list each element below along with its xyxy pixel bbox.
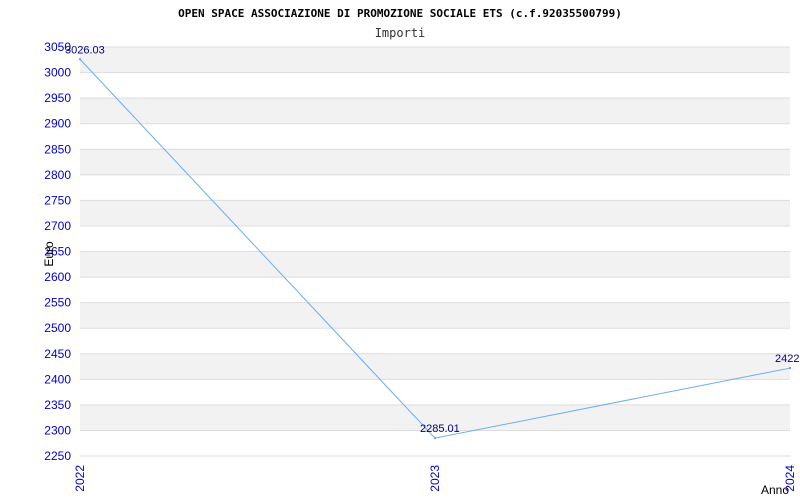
- y-tick-label: 2750: [44, 193, 71, 207]
- chart-subtitle: Importi: [375, 26, 426, 40]
- x-axis-label: Anno: [761, 483, 789, 497]
- grid-band: [80, 328, 790, 354]
- grid-band: [80, 47, 790, 73]
- grid-band: [80, 277, 790, 303]
- y-tick-label: 2400: [44, 372, 71, 386]
- chart-title: OPEN SPACE ASSOCIAZIONE DI PROMOZIONE SO…: [178, 7, 622, 20]
- data-point: [433, 436, 437, 440]
- grid-band: [80, 353, 790, 380]
- y-tick-label: 2700: [44, 219, 71, 233]
- grid-band: [80, 123, 790, 150]
- y-tick-label: 2600: [44, 270, 71, 284]
- y-tick-label: 2450: [44, 347, 71, 361]
- line-chart: OPEN SPACE ASSOCIAZIONE DI PROMOZIONE SO…: [42, 7, 800, 497]
- y-tick-label: 2350: [44, 398, 71, 412]
- grid-band: [80, 149, 790, 175]
- data-label: 2422.0: [775, 353, 800, 365]
- data-label: 3026.03: [65, 44, 105, 56]
- grid-band: [80, 72, 790, 99]
- y-tick-label: 2300: [44, 423, 71, 437]
- y-axis-label: Euro: [42, 241, 56, 267]
- grid-band: [80, 225, 790, 252]
- y-tick-label: 2850: [44, 142, 71, 156]
- x-tick-label: 2022: [73, 465, 87, 492]
- y-tick-label: 2900: [44, 117, 71, 131]
- grid-band: [80, 251, 790, 278]
- y-tick-label: 2800: [44, 168, 71, 182]
- grid-bands: [80, 46, 790, 457]
- grid-band: [80, 302, 790, 329]
- data-point: [788, 366, 792, 370]
- x-axis-ticks: 2022 2023 2024: [73, 465, 797, 492]
- y-tick-label: 2950: [44, 91, 71, 105]
- data-label: 2285.01: [420, 423, 460, 435]
- grid-band: [80, 174, 790, 201]
- grid-band: [80, 200, 790, 226]
- y-tick-label: 3000: [44, 66, 71, 80]
- grid-band: [80, 379, 790, 405]
- y-tick-label: 2250: [44, 449, 71, 463]
- y-tick-label: 2500: [44, 321, 71, 335]
- x-tick-label: 2023: [428, 465, 442, 492]
- grid-band: [80, 98, 790, 124]
- data-point: [78, 58, 82, 61]
- y-tick-label: 2550: [44, 296, 71, 310]
